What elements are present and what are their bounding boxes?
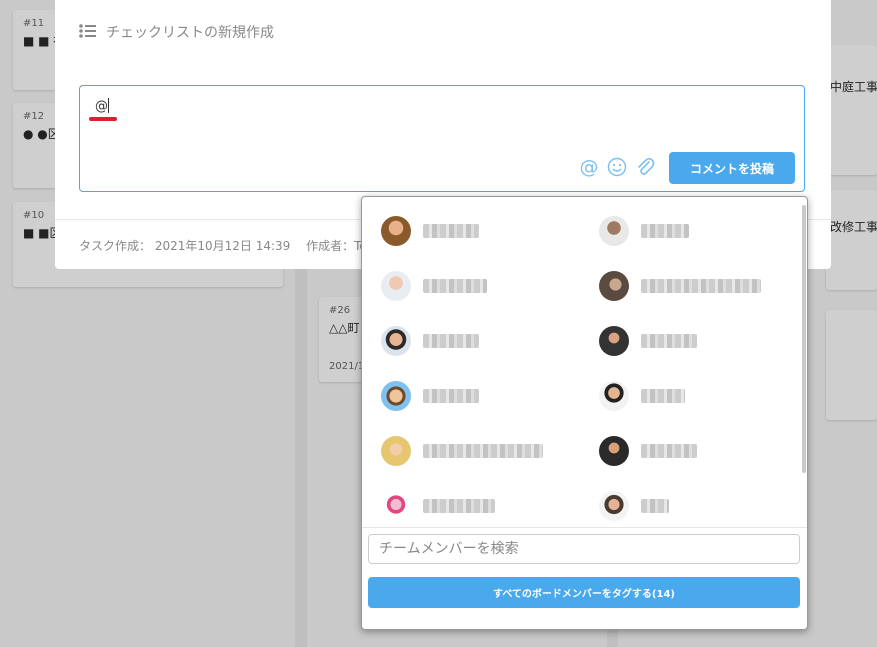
avatar-icon [599,436,629,466]
member-item[interactable] [599,213,807,249]
avatar-icon [381,491,411,521]
new-checklist-label: チェックリストの新規作成 [106,25,274,41]
member-name-redacted [641,444,697,458]
avatar-icon [381,436,411,466]
task-number: #26 [329,305,351,316]
member-item[interactable] [381,433,591,469]
post-comment-button[interactable]: コメントを投稿 [669,152,795,184]
task-number: #10 [23,210,45,221]
avatar-icon [599,216,629,246]
comment-input[interactable]: @ @ コメントを投稿 [79,85,805,192]
member-item[interactable] [381,378,591,414]
list-icon [79,23,96,42]
member-item[interactable] [599,488,807,524]
avatar-icon [599,381,629,411]
task-title: △△町 [329,321,360,335]
member-search-input[interactable] [368,534,800,564]
member-name-redacted [423,334,479,348]
member-item[interactable] [599,433,807,469]
member-item[interactable] [381,323,591,359]
avatar-icon [381,271,411,301]
member-name-redacted [423,499,495,513]
emoji-icon[interactable] [606,156,628,178]
member-item[interactable] [599,323,807,359]
avatar-icon [599,491,629,521]
comment-tools: @ [578,156,656,178]
attachment-icon[interactable] [634,156,656,178]
mention-icon[interactable]: @ [578,156,600,178]
member-list[interactable] [362,197,807,527]
member-name-redacted [423,389,479,403]
task-card[interactable]: #26 △△町 2021/1 [319,297,364,382]
member-name-redacted [423,224,479,238]
divider [362,527,807,528]
tag-all-members-button[interactable]: すべてのボードメンバーをタグする(14) [368,577,800,608]
avatar-icon [381,326,411,356]
mention-dropdown: すべてのボードメンバーをタグする(14) [361,196,808,630]
member-name-redacted [641,279,761,293]
avatar-icon [599,326,629,356]
task-meta: タスク作成： 2021年10月12日 14:39 作成者：Tok [79,239,374,253]
member-name-redacted [641,499,669,513]
avatar-icon [381,216,411,246]
task-card[interactable] [826,310,877,420]
scrollbar[interactable] [802,205,806,473]
highlight-underline [89,117,117,121]
member-item[interactable] [381,488,591,524]
member-item[interactable] [599,378,807,414]
svg-text:@: @ [580,157,599,177]
member-item[interactable] [599,268,807,304]
member-name-redacted [423,279,487,293]
comment-text: @ [95,98,109,114]
member-name-redacted [641,334,697,348]
task-date: 2021/1 [329,361,364,372]
member-item[interactable] [381,268,591,304]
avatar-icon [381,381,411,411]
member-name-redacted [641,224,689,238]
text-caret [108,98,109,113]
member-item[interactable] [381,213,591,249]
member-name-redacted [423,444,543,458]
task-title: 中庭工事 [830,80,877,94]
member-name-redacted [641,389,685,403]
task-card[interactable] [826,190,877,290]
new-checklist-button[interactable]: チェックリストの新規作成 [79,22,274,42]
task-title: 改修工事 [830,220,877,234]
avatar-icon [599,271,629,301]
task-card[interactable] [826,45,877,175]
task-number: #12 [23,111,45,122]
task-number: #11 [23,18,45,29]
